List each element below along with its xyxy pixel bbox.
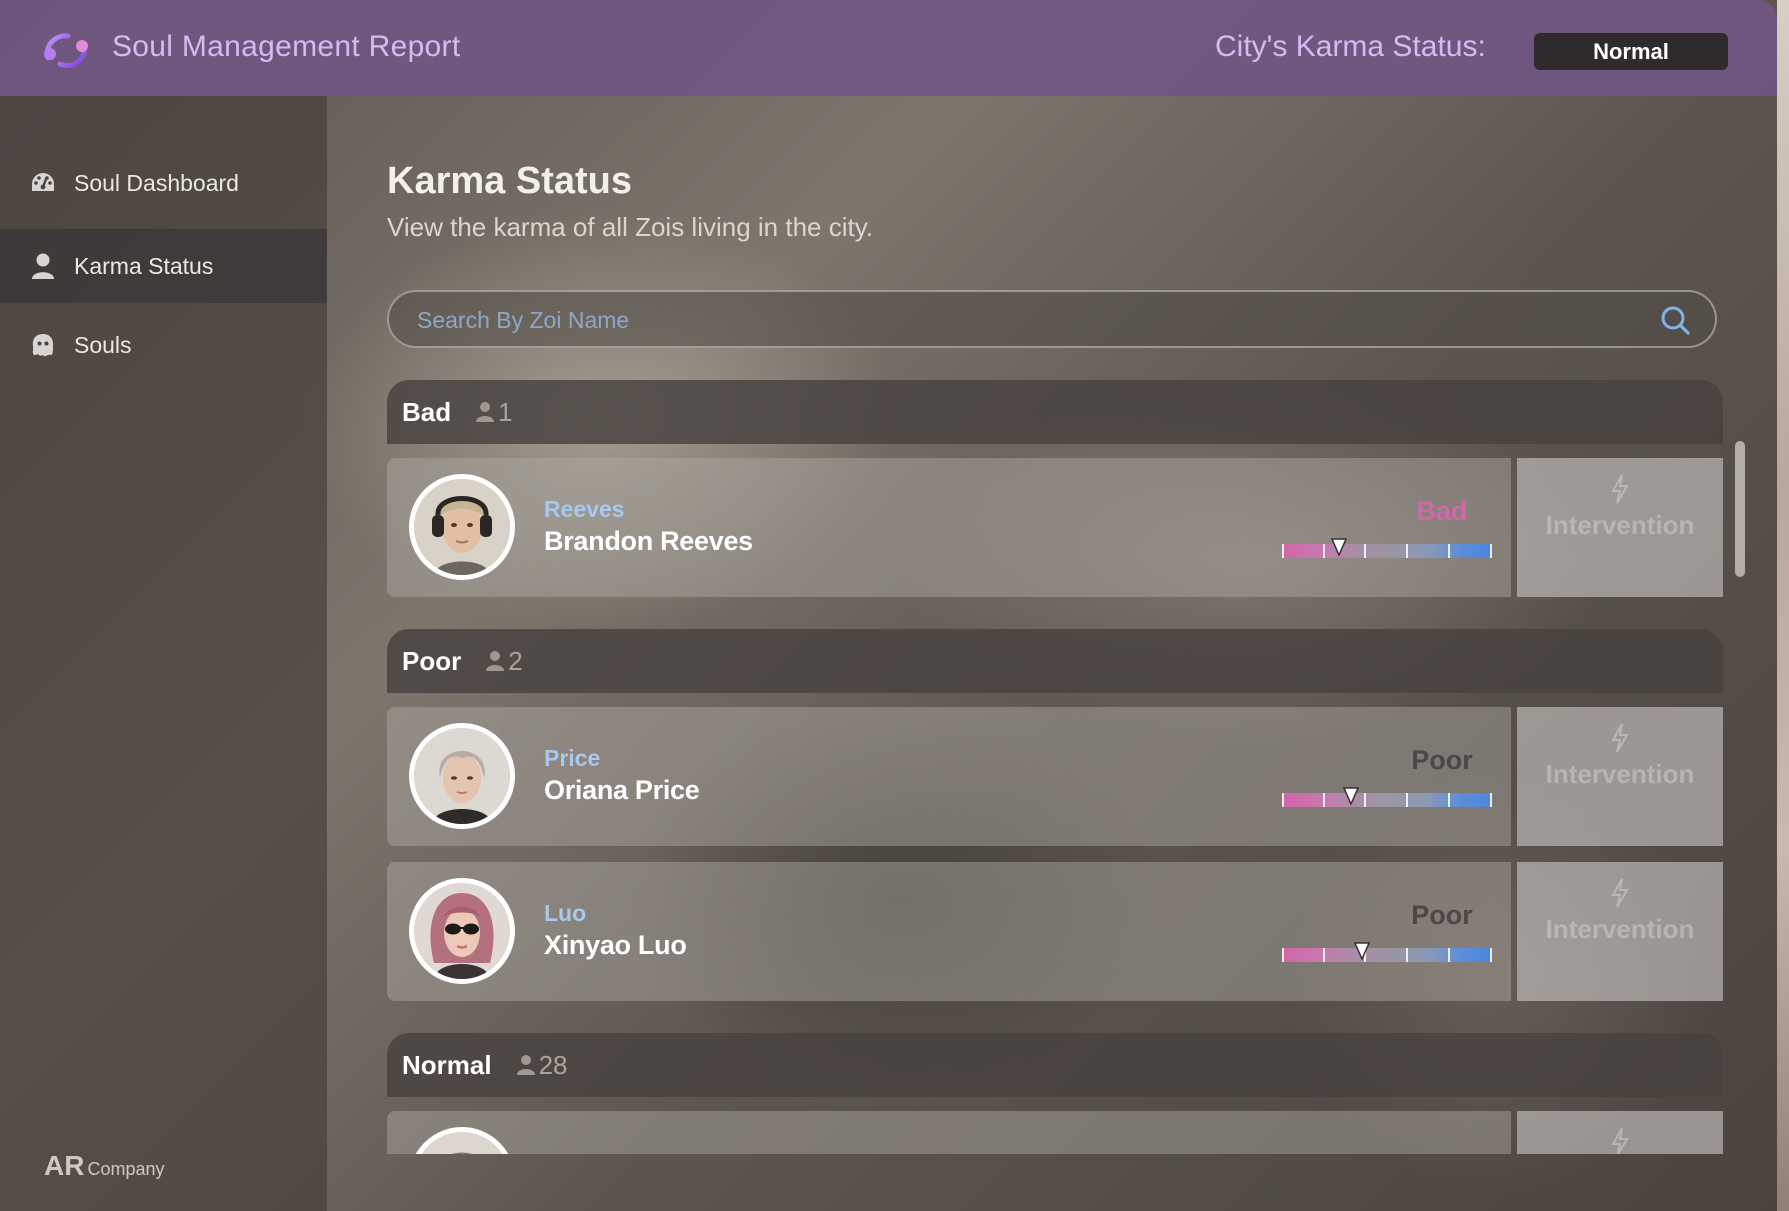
person-count-icon xyxy=(516,1055,535,1075)
app-logo-icon xyxy=(44,33,88,68)
app-window: Soul Management Report City's Karma Stat… xyxy=(0,0,1777,1211)
search-icon[interactable] xyxy=(1659,304,1691,336)
avatar xyxy=(409,723,515,829)
intervention-button[interactable]: Intervention xyxy=(1517,862,1723,1001)
group-count-value: 2 xyxy=(508,645,523,676)
group-count-value: 28 xyxy=(538,1049,568,1080)
page-title: Karma Status xyxy=(387,160,632,202)
sidebar-item-soul-dashboard[interactable]: Soul Dashboard xyxy=(0,146,327,220)
lightning-icon xyxy=(1611,878,1629,908)
main-content: Karma Status View the karma of all Zois … xyxy=(327,96,1777,1211)
group-count-value: 1 xyxy=(498,396,513,427)
intervention-label: Intervention xyxy=(1545,510,1695,540)
zoi-full-name: Oriana Price xyxy=(544,775,700,805)
group-name: Normal xyxy=(402,1049,492,1080)
brand-company-text: Company xyxy=(87,1159,165,1179)
zoi-row: Reeves Brandon Reeves Bad Intervention xyxy=(387,458,1723,597)
zoi-row: Price Oriana Price Poor Intervention xyxy=(387,707,1723,846)
zoi-row: Luo Xinyao Luo Poor Intervention xyxy=(387,862,1723,1001)
search-bar xyxy=(387,290,1717,348)
group-name: Poor xyxy=(402,645,462,676)
avatar xyxy=(409,474,515,580)
intervention-button[interactable] xyxy=(1517,1111,1723,1154)
lightning-icon xyxy=(1611,723,1629,753)
karma-meter xyxy=(1282,544,1492,558)
brand-logo-text: AR xyxy=(44,1150,85,1181)
sidebar: Soul Dashboard Karma Status Souls AR Com… xyxy=(0,96,327,1211)
ghost-icon xyxy=(30,332,56,358)
avatar xyxy=(409,878,515,984)
intervention-button[interactable]: Intervention xyxy=(1517,458,1723,597)
person-count-icon xyxy=(486,651,505,671)
sidebar-item-label: Karma Status xyxy=(74,252,214,279)
sidebar-item-karma-status[interactable]: Karma Status xyxy=(0,229,327,303)
person-icon xyxy=(30,253,56,279)
zoi-card[interactable]: Reeves Brandon Reeves Bad xyxy=(387,458,1511,597)
sidebar-item-label: Soul Dashboard xyxy=(74,169,239,196)
zoi-full-name: Xinyao Luo xyxy=(544,930,687,960)
person-count-icon xyxy=(476,402,495,422)
karma-status-label: Bad xyxy=(1416,496,1468,526)
intervention-button[interactable]: Intervention xyxy=(1517,707,1723,846)
group-header-poor[interactable]: Poor 2 xyxy=(387,629,1723,693)
group-header-normal[interactable]: Normal 28 xyxy=(387,1033,1723,1097)
background-edge xyxy=(1777,0,1789,1211)
karma-status-label: Poor xyxy=(1411,745,1473,775)
karma-pointer-icon xyxy=(1353,942,1370,960)
lightning-icon xyxy=(1611,1127,1629,1154)
search-input[interactable] xyxy=(417,302,1617,338)
zoi-card[interactable] xyxy=(387,1111,1511,1154)
group-name: Bad xyxy=(402,396,452,427)
app-title: Soul Management Report xyxy=(112,30,461,63)
dashboard-gauge-icon xyxy=(30,170,56,196)
city-karma-label: City's Karma Status: xyxy=(1215,30,1486,63)
group-count: 1 xyxy=(475,396,513,428)
lightning-icon xyxy=(1611,474,1629,504)
karma-meter xyxy=(1282,948,1492,962)
avatar xyxy=(409,1127,515,1154)
zoi-surname: Luo xyxy=(544,900,587,926)
zoi-card[interactable]: Luo Xinyao Luo Poor xyxy=(387,862,1511,1001)
karma-status-label: Poor xyxy=(1411,900,1473,930)
group-count: 28 xyxy=(516,1050,568,1081)
zoi-full-name: Brandon Reeves xyxy=(544,526,753,556)
group-count: 2 xyxy=(485,645,523,677)
karma-pointer-icon xyxy=(1330,538,1347,556)
zoi-surname: Price xyxy=(544,745,601,771)
karma-list: Bad 1 Reeves Brandon Reeves Bad Interven… xyxy=(387,380,1723,1154)
header-bar: Soul Management Report City's Karma Stat… xyxy=(0,0,1777,96)
karma-meter xyxy=(1282,793,1492,807)
intervention-label: Intervention xyxy=(1545,914,1695,944)
karma-pointer-icon xyxy=(1343,787,1360,805)
sidebar-item-souls[interactable]: Souls xyxy=(0,308,327,382)
group-header-bad[interactable]: Bad 1 xyxy=(387,380,1723,444)
city-karma-status-badge: Normal xyxy=(1534,33,1728,70)
intervention-label: Intervention xyxy=(1545,759,1695,789)
zoi-card[interactable]: Price Oriana Price Poor xyxy=(387,707,1511,846)
list-scrollbar[interactable] xyxy=(1735,441,1745,577)
sidebar-item-label: Souls xyxy=(74,331,132,358)
page-subtitle: View the karma of all Zois living in the… xyxy=(387,212,874,242)
company-brand: AR Company xyxy=(44,1150,165,1182)
zoi-row-partial xyxy=(387,1111,1723,1154)
zoi-surname: Reeves xyxy=(544,496,625,522)
